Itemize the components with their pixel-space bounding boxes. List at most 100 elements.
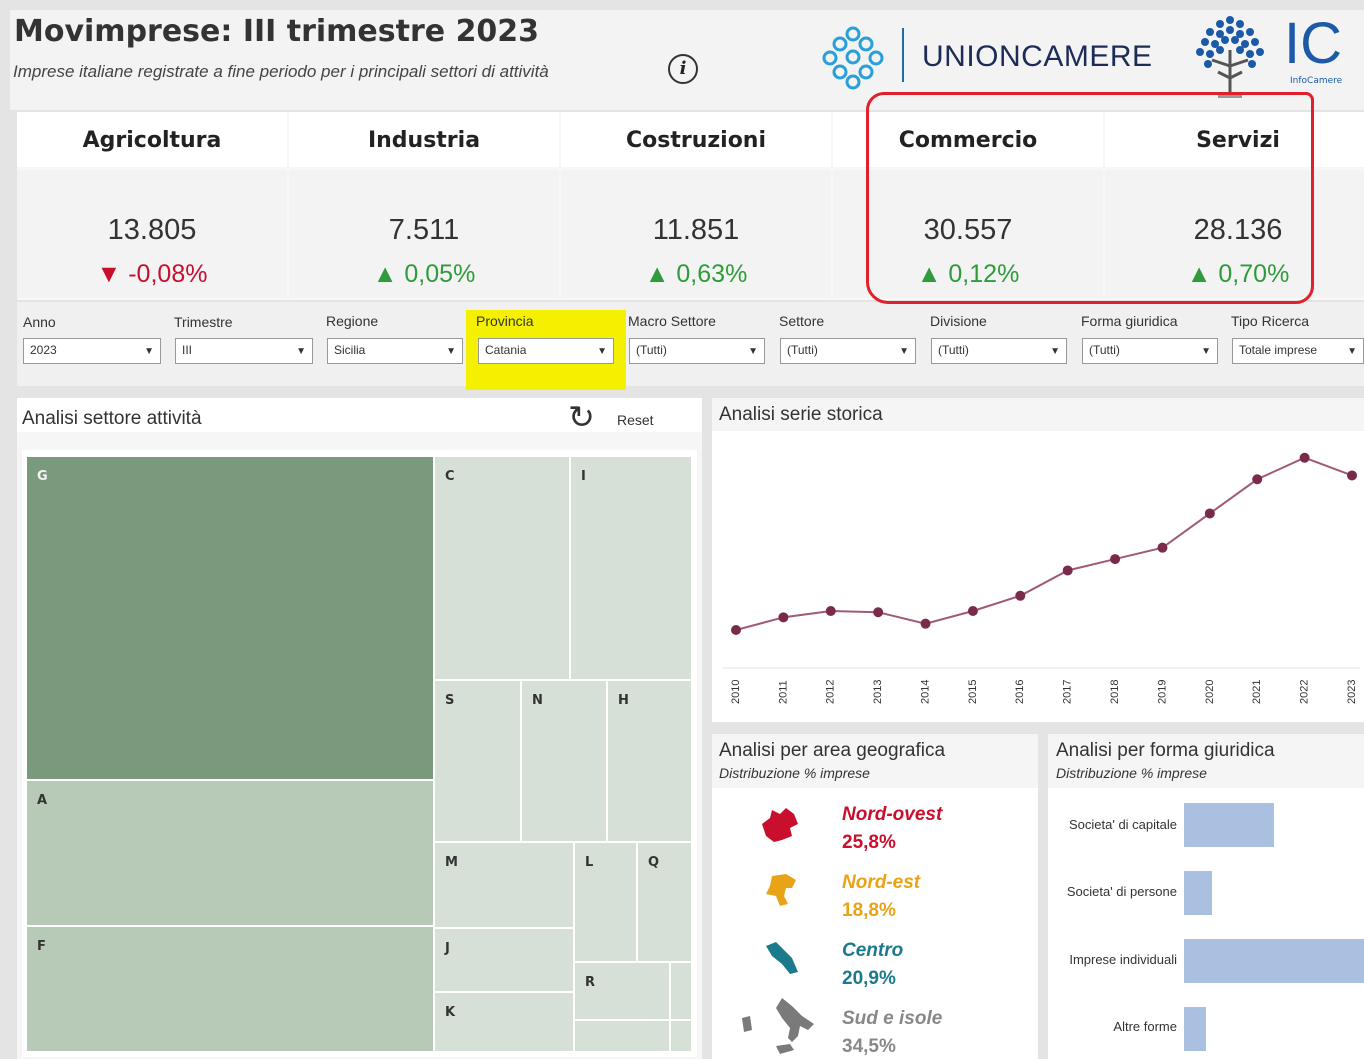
filter-select-tipo-ricerca[interactable]: Totale imprese ▼	[1232, 338, 1364, 364]
data-point[interactable]	[731, 625, 741, 635]
kpi-card-industria[interactable]: 7.511 ▲ 0,05%	[289, 170, 559, 298]
x-tick-label: 2012	[825, 680, 837, 704]
data-point[interactable]	[1110, 554, 1121, 565]
arrow-down-icon: ▼	[96, 260, 122, 288]
reset-button[interactable]: Reset	[617, 412, 654, 428]
centro-map-icon	[766, 942, 798, 974]
dropdown-arrow-icon: ▼	[296, 346, 306, 357]
x-tick-label: 2023	[1346, 680, 1358, 704]
treemap-tile-j[interactable]: J	[434, 928, 574, 992]
filter-value: Totale imprese	[1239, 343, 1318, 357]
tile-label: C	[445, 469, 455, 484]
treemap-tile-s[interactable]: S	[434, 680, 521, 842]
filter-label-forma-giuridica: Forma giuridica	[1081, 313, 1178, 329]
treemap-tile-f[interactable]: F	[26, 926, 434, 1052]
filter-select-settore[interactable]: (Tutti) ▼	[780, 338, 916, 364]
x-tick-label: 2019	[1156, 680, 1168, 704]
unioncamere-logo-icon	[822, 26, 884, 90]
treemap-tile-h[interactable]: H	[607, 680, 692, 842]
kpi-delta-value: 0,05%	[404, 260, 476, 288]
data-point[interactable]	[1252, 474, 1263, 485]
filter-select-forma-giuridica[interactable]: (Tutti) ▼	[1082, 338, 1218, 364]
x-tick-label: 2011	[777, 680, 789, 704]
kpi-delta-value: 0,63%	[676, 260, 748, 288]
fg-label: Societa' di capitale	[1069, 817, 1177, 832]
fg-bar[interactable]	[1184, 871, 1212, 915]
filter-value: (Tutti)	[787, 343, 818, 357]
tile-label: A	[37, 793, 48, 808]
treemap-tile-c[interactable]: C	[434, 456, 570, 680]
filter-select-trimestre[interactable]: III ▼	[175, 338, 313, 364]
filter-select-divisione[interactable]: (Tutti) ▼	[931, 338, 1067, 364]
data-point[interactable]	[778, 612, 789, 623]
kpi-delta: ▲ 0,63%	[561, 260, 831, 289]
dropdown-arrow-icon: ▼	[1347, 346, 1357, 357]
treemap-tile-a[interactable]: A	[26, 780, 434, 926]
kpi-delta: ▼ -0,08%	[17, 260, 287, 289]
page-subtitle: Imprese italiane registrate a fine perio…	[13, 62, 549, 81]
data-point[interactable]	[1062, 565, 1073, 576]
x-tick-label: 2017	[1062, 680, 1074, 704]
tile-label: M	[445, 855, 458, 870]
ic-logo-subtext: InfoCamere	[1290, 76, 1343, 86]
kpi-card-agricoltura[interactable]: 13.805 ▼ -0,08%	[17, 170, 287, 298]
treemap-tile-m[interactable]: M	[434, 842, 574, 928]
unioncamere-logo-text: UNIONCAMERE	[922, 40, 1153, 73]
kpi-delta: ▲ 0,05%	[289, 260, 559, 289]
data-point[interactable]	[1347, 470, 1357, 481]
treemap-tile-r[interactable]: R	[574, 962, 670, 1020]
info-icon[interactable]: i	[668, 54, 698, 84]
treemap-tile-g[interactable]: G	[26, 456, 434, 780]
fg-bar[interactable]	[1184, 939, 1364, 983]
fg-label: Societa' di persone	[1066, 884, 1177, 899]
data-point[interactable]	[825, 606, 836, 616]
arrow-up-icon: ▲	[644, 260, 670, 288]
data-point[interactable]	[967, 606, 978, 616]
treemap-tile-n[interactable]: N	[521, 680, 607, 842]
tile-label: S	[445, 693, 455, 708]
tile-label: J	[445, 941, 450, 956]
sud-isole-map-icon	[742, 998, 814, 1054]
kpi-card-costruzioni[interactable]: 11.851 ▲ 0,63%	[561, 170, 831, 298]
filter-value: III	[182, 343, 193, 357]
treemap-tile-k[interactable]: K	[434, 992, 574, 1052]
filter-label-provincia: Provincia	[476, 313, 534, 329]
treemap-tile-small-1[interactable]	[670, 962, 692, 1020]
forma-giuridica-title: Analisi per forma giuridica	[1056, 740, 1275, 761]
timeseries-chart[interactable]: 2010 2011 2012 2013 2014 2015 2016 2017 2018 2019…	[712, 432, 1364, 722]
filter-value: (Tutti)	[938, 343, 969, 357]
data-point[interactable]	[1204, 508, 1215, 519]
filter-select-anno[interactable]: 2023 ▼	[23, 338, 161, 364]
tile-label: H	[618, 693, 629, 708]
tile-label: K	[445, 1005, 456, 1020]
dropdown-arrow-icon: ▼	[748, 346, 758, 357]
data-point[interactable]	[920, 618, 931, 629]
filter-label-macro-settore: Macro Settore	[628, 313, 716, 329]
reset-icon[interactable]: ↻	[568, 398, 595, 436]
filter-select-provincia[interactable]: Catania ▼	[478, 338, 614, 364]
filter-value: (Tutti)	[636, 343, 667, 357]
page-title: Movimprese: III trimestre 2023	[14, 14, 540, 49]
treemap-tile-small-3[interactable]	[670, 1020, 692, 1052]
data-point[interactable]	[873, 607, 884, 618]
treemap-tile-q[interactable]: Q	[637, 842, 692, 962]
filter-label-tipo-ricerca: Tipo Ricerca	[1231, 313, 1310, 329]
kpi-header-costruzioni: Costruzioni	[561, 112, 831, 167]
kpi-header-industria: Industria	[289, 112, 559, 167]
filter-label-anno: Anno	[23, 314, 56, 330]
filter-select-macro-settore[interactable]: (Tutti) ▼	[629, 338, 765, 364]
treemap-tile-l[interactable]: L	[574, 842, 637, 962]
filter-select-regione[interactable]: Sicilia ▼	[327, 338, 463, 364]
infocamere-logo: IC InfoCamere	[1180, 10, 1364, 102]
geo-pct-sud-isole: 34,5%	[842, 1036, 896, 1057]
treemap-area: G C I S N H A M L Q F J R K	[22, 450, 697, 1057]
data-point[interactable]	[1299, 452, 1310, 463]
x-tick-label: 2018	[1109, 680, 1121, 704]
filter-label-trimestre: Trimestre	[174, 314, 233, 330]
data-point[interactable]	[1157, 542, 1168, 553]
fg-bar[interactable]	[1184, 803, 1274, 847]
treemap-tile-i[interactable]: I	[570, 456, 692, 680]
treemap-tile-small-2[interactable]	[574, 1020, 670, 1052]
fg-bar[interactable]	[1184, 1007, 1206, 1051]
data-point[interactable]	[1015, 590, 1026, 601]
